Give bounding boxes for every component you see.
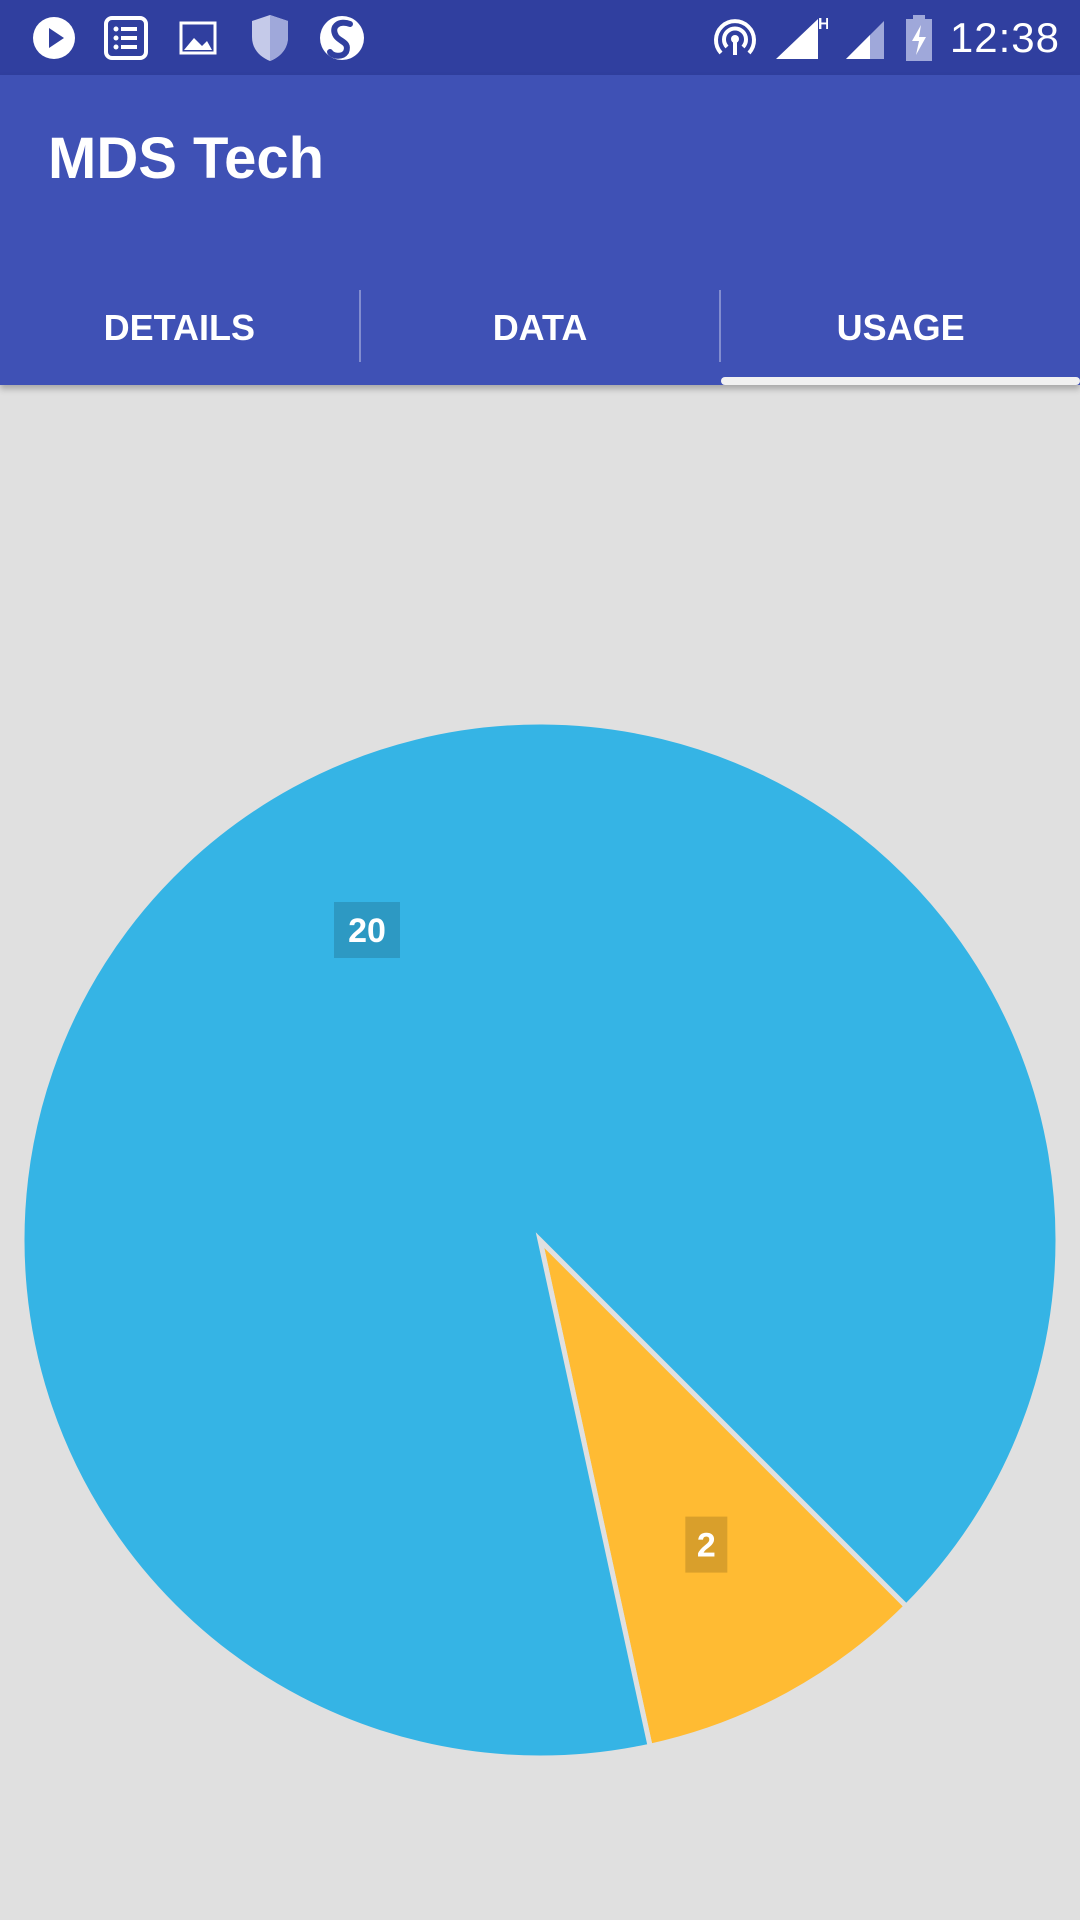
tab-usage[interactable]: USAGE [721, 270, 1080, 385]
tab-details[interactable]: DETAILS [0, 270, 359, 385]
battery-charging-icon [904, 13, 934, 63]
pie-slice-20[interactable] [19, 719, 1061, 1761]
svg-text:H: H [818, 16, 828, 33]
tab-bar: DETAILS DATA USAGE [0, 270, 1080, 385]
hotspot-icon [712, 15, 758, 61]
selected-tab-indicator [721, 377, 1080, 385]
status-bar: H 12:38 [0, 0, 1080, 75]
s-app-icon [316, 12, 368, 64]
signal-icon [844, 13, 888, 63]
usage-chart-area: 2 20 [0, 385, 1080, 1920]
tab-data-label: DATA [492, 306, 588, 348]
tab-data[interactable]: DATA [361, 270, 720, 385]
app-title: MDS Tech [48, 126, 325, 191]
slice-label-text: 2 [697, 1527, 716, 1565]
task-list-icon [100, 12, 152, 64]
signal-h-icon: H [774, 13, 828, 63]
slice-value-label: 20 [334, 902, 400, 958]
slice-label-text: 20 [348, 912, 386, 950]
usage-pie-chart[interactable]: 2 20 [0, 385, 1080, 1920]
tab-usage-label: USAGE [836, 306, 965, 348]
system-icons: H 12:38 [696, 10, 1060, 66]
slice-value-label: 2 [685, 1516, 728, 1573]
status-time: 12:38 [949, 14, 1060, 61]
play-store-icon [28, 12, 80, 64]
notification-icons [28, 10, 388, 66]
gallery-icon [172, 12, 224, 64]
tab-details-label: DETAILS [103, 306, 255, 348]
shield-icon [244, 12, 296, 64]
app-bar: MDS Tech DETAILS DATA USAGE [0, 75, 1080, 385]
